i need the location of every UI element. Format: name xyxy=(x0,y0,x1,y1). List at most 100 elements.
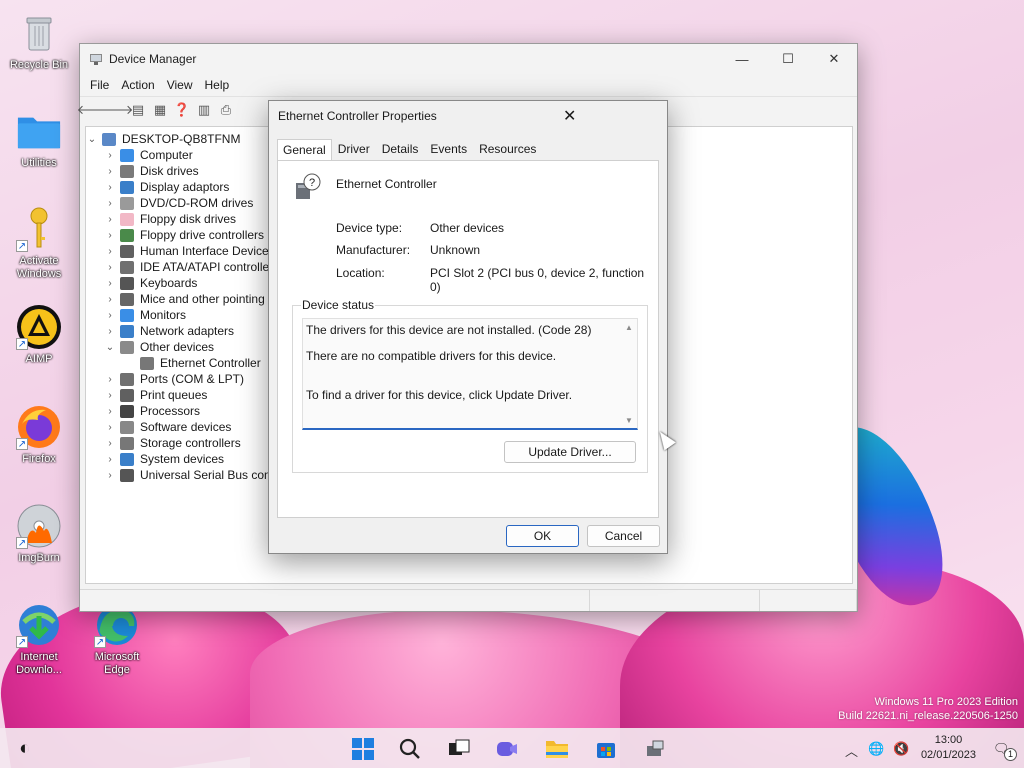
menu-file[interactable]: File xyxy=(84,78,115,92)
firefox-icon: ↗ xyxy=(16,404,62,450)
expand-chevron-icon[interactable]: › xyxy=(104,294,116,305)
folder-icon xyxy=(16,108,62,154)
desktop-icon-recycle-bin[interactable]: Recycle Bin xyxy=(5,10,73,72)
expand-chevron-icon[interactable]: › xyxy=(104,246,116,257)
clock[interactable]: 13:00 02/01/2023 xyxy=(921,733,976,763)
show-hide-tree-icon[interactable]: ▤ xyxy=(128,100,148,120)
general-tab-panel: ? Ethernet Controller Device type: Other… xyxy=(277,160,659,518)
dialog-close-button[interactable]: ✕ xyxy=(473,106,668,126)
tree-category-label: Computer xyxy=(140,148,193,162)
tab-details[interactable]: Details xyxy=(376,138,425,160)
view-icon[interactable]: ▥ xyxy=(194,100,214,120)
expand-chevron-icon[interactable]: › xyxy=(104,214,116,225)
scroll-up-icon[interactable]: ▲ xyxy=(625,323,633,332)
dialog-title: Ethernet Controller Properties xyxy=(278,109,437,123)
desktop-icon-firefox[interactable]: ↗ Firefox xyxy=(5,404,73,466)
dialog-tabs: General Driver Details Events Resources xyxy=(277,138,542,161)
clock-date: 02/01/2023 xyxy=(920,749,976,761)
windows-watermark: Windows 11 Pro 2023 Edition Build 22621.… xyxy=(838,696,1018,722)
expand-chevron-icon[interactable]: › xyxy=(104,470,116,481)
cancel-button[interactable]: Cancel xyxy=(587,525,660,547)
collapse-chevron-icon[interactable]: ⌄ xyxy=(104,342,116,353)
chevron-up-icon[interactable]: ︿ xyxy=(845,741,858,760)
tree-category-label: Floppy disk drives xyxy=(140,212,237,226)
menu-action[interactable]: Action xyxy=(115,78,160,92)
device-category-icon xyxy=(120,388,134,402)
minimize-button[interactable]: — xyxy=(719,44,765,74)
shortcut-arrow-icon: ↗ xyxy=(16,338,28,350)
device-category-icon xyxy=(120,196,134,210)
scan-hardware-icon[interactable]: ⎙ xyxy=(216,100,236,120)
expand-chevron-icon[interactable]: › xyxy=(104,374,116,385)
teams-chat-icon[interactable] xyxy=(494,736,520,762)
microsoft-store-icon[interactable] xyxy=(593,736,619,762)
shortcut-arrow-icon: ↗ xyxy=(16,438,28,450)
expand-chevron-icon[interactable]: › xyxy=(104,310,116,321)
collapse-chevron-icon[interactable]: ⌄ xyxy=(86,134,98,145)
desktop-icon-utilities[interactable]: Utilities xyxy=(5,108,73,170)
expand-chevron-icon[interactable]: › xyxy=(104,262,116,273)
tree-category-label: IDE ATA/ATAPI controllers xyxy=(140,260,280,274)
expand-chevron-icon[interactable]: › xyxy=(104,182,116,193)
ok-button[interactable]: OK xyxy=(506,525,579,547)
expand-chevron-icon[interactable]: › xyxy=(104,198,116,209)
expand-chevron-icon[interactable]: › xyxy=(104,166,116,177)
expand-chevron-icon[interactable]: › xyxy=(104,406,116,417)
desktop-icon-internet-download-manager[interactable]: ↗ Internet Downlo... xyxy=(5,602,73,677)
menu-help[interactable]: Help xyxy=(199,78,236,92)
expand-chevron-icon[interactable]: › xyxy=(104,150,116,161)
device-status-textbox[interactable]: The drivers for this device are not inst… xyxy=(302,318,638,430)
tab-resources[interactable]: Resources xyxy=(473,138,542,160)
device-category-icon xyxy=(120,164,134,178)
update-driver-button[interactable]: Update Driver... xyxy=(504,441,636,463)
tab-driver[interactable]: Driver xyxy=(332,138,376,160)
expand-chevron-icon[interactable]: › xyxy=(104,278,116,289)
tab-general[interactable]: General xyxy=(277,139,332,161)
expand-chevron-icon[interactable]: › xyxy=(104,230,116,241)
window-title: Device Manager xyxy=(109,52,197,66)
status-bar xyxy=(80,589,857,611)
menu-view[interactable]: View xyxy=(161,78,199,92)
device-category-icon xyxy=(120,292,134,306)
expand-chevron-icon[interactable]: › xyxy=(104,454,116,465)
forward-arrow-icon[interactable]: 🡒 xyxy=(99,100,134,120)
shortcut-arrow-icon: ↗ xyxy=(16,537,28,549)
manufacturer-label: Manufacturer: xyxy=(336,243,411,257)
network-globe-icon[interactable]: 🌐 xyxy=(868,741,884,757)
title-bar: Device Manager — ☐ ✕ xyxy=(80,44,857,74)
desktop-icon-imgburn[interactable]: ↗ ImgBurn xyxy=(5,503,73,565)
task-view-icon[interactable] xyxy=(446,736,472,762)
device-manager-taskbar-icon[interactable] xyxy=(643,736,669,762)
start-button[interactable] xyxy=(350,736,376,762)
desktop-icon-activate-windows[interactable]: ↗ Activate Windows xyxy=(5,206,73,281)
shortcut-arrow-icon: ↗ xyxy=(16,240,28,252)
device-name: Ethernet Controller xyxy=(336,177,437,191)
recycle-bin-icon xyxy=(16,10,62,56)
expand-chevron-icon[interactable]: › xyxy=(104,390,116,401)
tab-events[interactable]: Events xyxy=(424,138,473,160)
file-explorer-icon[interactable] xyxy=(544,736,570,762)
tree-category-label: Storage controllers xyxy=(140,436,241,450)
expand-chevron-icon[interactable]: › xyxy=(104,326,116,337)
internet-download-manager-icon: ↗ xyxy=(16,602,62,648)
device-category-icon xyxy=(120,228,134,242)
help-icon[interactable]: ❓ xyxy=(172,100,192,120)
properties-icon[interactable]: ▦ xyxy=(150,100,170,120)
volume-muted-icon[interactable]: 🔇 xyxy=(893,741,909,757)
device-status-group: Device status The drivers for this devic… xyxy=(292,298,648,473)
desktop-icon-aimp[interactable]: ↗ AIMP xyxy=(5,304,73,366)
expand-chevron-icon[interactable]: › xyxy=(104,422,116,433)
desktop-icon-microsoft-edge[interactable]: ↗ Microsoft Edge xyxy=(83,602,151,677)
device-category-icon xyxy=(120,436,134,450)
search-icon[interactable] xyxy=(397,736,423,762)
status-scrollbar[interactable]: ▲ ▼ xyxy=(623,319,637,428)
expand-chevron-icon[interactable]: › xyxy=(104,438,116,449)
maximize-button[interactable]: ☐ xyxy=(765,44,811,74)
widgets-icon[interactable]: ◐ xyxy=(12,736,38,762)
device-category-icon xyxy=(120,148,134,162)
scroll-down-icon[interactable]: ▼ xyxy=(625,416,633,425)
status-line: There are no compatible drivers for this… xyxy=(306,349,557,363)
tree-category-label: Ports (COM & LPT) xyxy=(140,372,245,386)
device-category-icon xyxy=(120,308,134,322)
close-button[interactable]: ✕ xyxy=(811,44,857,74)
